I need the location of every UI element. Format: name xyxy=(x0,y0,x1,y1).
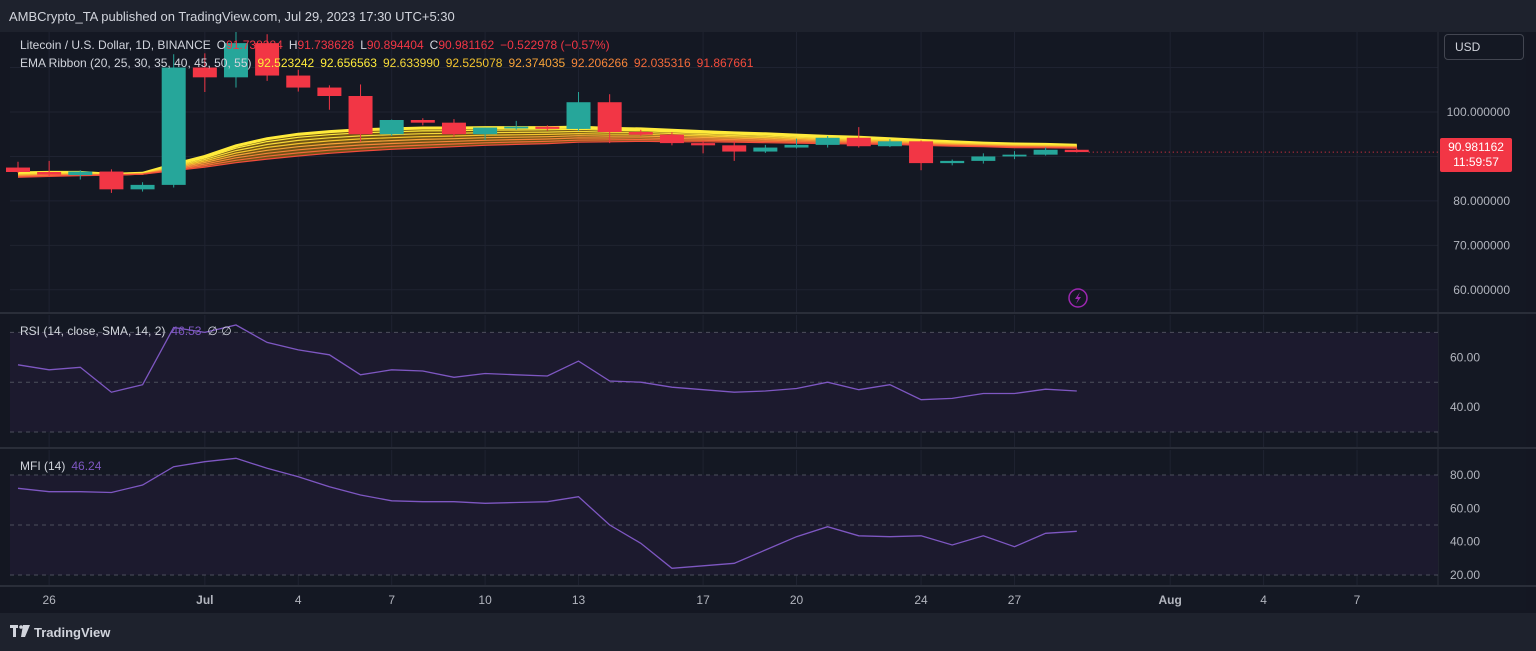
candle-body xyxy=(348,96,373,135)
ema-value: 92.656563 xyxy=(320,56,377,70)
candle-body xyxy=(473,127,498,135)
oscillator-tick-label: 80.00 xyxy=(1450,468,1480,482)
main-legend: Litecoin / U.S. Dollar, 1D, BINANCE O91.7… xyxy=(20,38,616,52)
time-tick-label: 4 xyxy=(295,593,302,607)
candle-body xyxy=(1033,149,1058,155)
time-tick-label: Aug xyxy=(1159,593,1182,607)
price-badge-countdown: 11:59:57 xyxy=(1453,155,1499,169)
price-badge-price: 90.981162 xyxy=(1448,140,1504,154)
candle-body xyxy=(815,137,840,145)
candle-body xyxy=(99,171,124,190)
candle-body xyxy=(410,120,435,123)
ema-legend: EMA Ribbon (20, 25, 30, 35, 40, 45, 50, … xyxy=(20,56,759,70)
oscillator-tick-label: 40.00 xyxy=(1450,400,1480,414)
price-tick-label: 70.000000 xyxy=(1453,238,1510,252)
candle-body xyxy=(317,87,342,96)
open-value: 91.738284 xyxy=(226,38,283,52)
candle-body xyxy=(1064,149,1089,153)
rsi-value: 46.53 xyxy=(171,324,202,338)
time-tick-label: 10 xyxy=(478,593,492,607)
candle-body xyxy=(68,171,93,176)
mfi-legend: MFI (14) 46.24 xyxy=(20,459,107,473)
time-tick-label: 24 xyxy=(914,593,928,607)
mfi-value: 46.24 xyxy=(71,459,102,473)
candle-body xyxy=(628,132,653,135)
time-tick-label: 7 xyxy=(1354,593,1361,607)
ema-value: 92.525078 xyxy=(445,56,503,70)
oscillator-tick-label: 20.00 xyxy=(1450,568,1480,582)
oscillator-tick-label: 60.00 xyxy=(1450,350,1480,364)
ema-value: 91.867661 xyxy=(696,56,754,70)
candle-body xyxy=(6,167,30,172)
price-tick-label: 60.000000 xyxy=(1453,283,1510,297)
close-label: C xyxy=(429,38,439,52)
ema-value: 92.035316 xyxy=(633,56,691,70)
candle-body xyxy=(597,102,622,132)
candle-body xyxy=(37,172,62,175)
ema-value: 92.633990 xyxy=(382,56,440,70)
candle-body xyxy=(971,156,996,161)
candle-body xyxy=(877,141,902,147)
change-value: −0.522978 (−0.57%) xyxy=(500,38,610,52)
ema-ribbon-title: EMA Ribbon (20, 25, 30, 35, 40, 45, 50, … xyxy=(20,56,252,70)
time-tick-label: 4 xyxy=(1260,593,1267,607)
candle-body xyxy=(130,184,155,190)
candle-body xyxy=(379,120,404,135)
candle-body xyxy=(161,67,186,185)
candle-body xyxy=(846,137,871,147)
candle-body xyxy=(1002,154,1027,157)
tradingview-logo-icon xyxy=(10,625,30,640)
time-tick-label: 27 xyxy=(1008,593,1022,607)
time-tick-label: 13 xyxy=(572,593,586,607)
candle-body xyxy=(441,122,466,135)
time-tick-label: 20 xyxy=(790,593,804,607)
candle-body xyxy=(504,126,529,129)
candle-body xyxy=(940,160,965,164)
symbol-title: Litecoin / U.S. Dollar, 1D, BINANCE xyxy=(20,38,211,52)
tradingview-brand: TradingView xyxy=(34,625,111,640)
candle-body xyxy=(909,141,934,164)
ema-value: 92.206266 xyxy=(571,56,628,70)
candle-body xyxy=(566,102,591,129)
close-value: 90.981162 xyxy=(438,38,495,52)
oscillator-tick-label: 40.00 xyxy=(1450,535,1480,549)
time-tick-label: 17 xyxy=(696,593,710,607)
oscillator-tick-label: 60.00 xyxy=(1450,501,1480,515)
currency-button[interactable]: USD xyxy=(1444,34,1524,60)
rsi-extra: ∅ ∅ xyxy=(207,324,232,338)
mfi-title: MFI (14) xyxy=(20,459,66,473)
high-value: 91.738628 xyxy=(297,38,355,52)
tradingview-logo[interactable]: TradingView xyxy=(10,625,110,640)
candle-body xyxy=(784,144,809,148)
time-tick-label: Jul xyxy=(196,593,213,607)
candle-body xyxy=(691,143,716,146)
open-label: O xyxy=(216,38,227,52)
rsi-legend: RSI (14, close, SMA, 14, 2) 46.53 ∅ ∅ xyxy=(20,324,238,338)
price-tick-label: 100.000000 xyxy=(1447,105,1511,119)
ema-value: 92.374035 xyxy=(508,56,566,70)
rsi-title: RSI (14, close, SMA, 14, 2) xyxy=(20,324,166,338)
ema-value: 92.523242 xyxy=(257,56,315,70)
time-tick-label: 7 xyxy=(388,593,395,607)
low-label: L xyxy=(360,38,367,52)
footer-bar: TradingView xyxy=(0,613,1536,651)
lightning-icon xyxy=(1068,288,1088,308)
candle-body xyxy=(535,126,560,129)
candle-body xyxy=(753,147,778,152)
candle-body xyxy=(286,75,311,88)
candle-body xyxy=(722,145,747,152)
time-tick-label: 26 xyxy=(42,593,56,607)
price-tick-label: 80.000000 xyxy=(1453,194,1510,208)
candle-body xyxy=(659,134,684,144)
low-value: 90.894404 xyxy=(366,38,424,52)
